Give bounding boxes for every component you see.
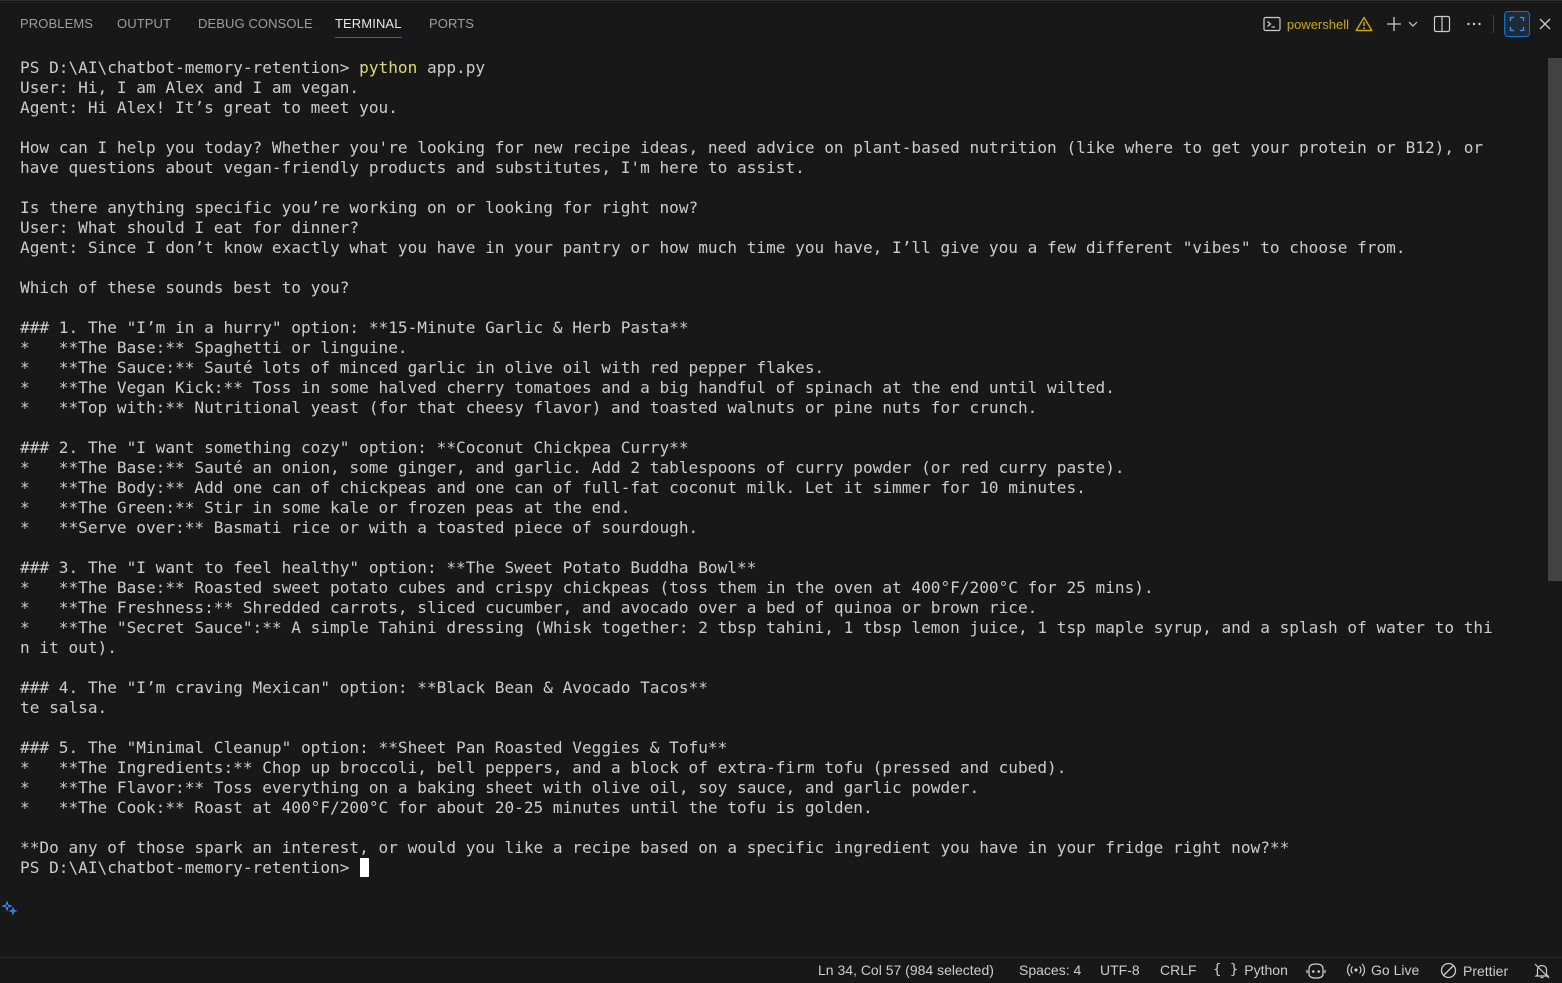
terminal-line: * **The "Secret Sauce":** A simple Tahin… <box>20 618 1493 637</box>
terminal-line: Agent: Hi Alex! It’s great to meet you. <box>20 98 398 117</box>
terminal-line: * **The Cook:** Roast at 400°F/200°C for… <box>20 798 873 817</box>
terminal-line: te salsa. <box>20 698 108 717</box>
terminal-panel: PROBLEMS OUTPUT DEBUG CONSOLE TERMINAL P… <box>0 0 1562 957</box>
terminal-line: **Do any of those spark an interest, or … <box>20 838 1290 857</box>
new-terminal-plus-icon[interactable] <box>1385 11 1403 37</box>
command-argument: app.py <box>417 58 486 77</box>
status-indentation[interactable]: Spaces: 4 <box>1019 962 1081 978</box>
terminal-line: * **The Body:** Add one can of chickpeas… <box>20 478 1086 497</box>
tab-ports[interactable]: PORTS <box>429 16 474 31</box>
terminal-line: ### 2. The "I want something cozy" optio… <box>20 438 689 457</box>
terminal-line: * **The Ingredients:** Chop up broccoli,… <box>20 758 1067 777</box>
split-terminal-icon[interactable] <box>1433 11 1451 37</box>
status-prettier-label: Prettier <box>1463 962 1509 979</box>
warning-icon[interactable] <box>1355 11 1373 37</box>
terminal-line: ### 1. The "I’m in a hurry" option: **15… <box>20 318 689 337</box>
terminal-line: * **The Vegan Kick:** Toss in some halve… <box>20 378 1115 397</box>
prompt-text: PS D:\AI\chatbot-memory-retention> <box>20 858 360 877</box>
terminal-cursor <box>360 858 370 877</box>
terminal-line: ### 4. The "I’m craving Mexican" option:… <box>20 678 708 697</box>
status-language-mode[interactable]: { } Python <box>1213 962 1288 978</box>
tab-debug-console[interactable]: DEBUG CONSOLE <box>198 16 313 31</box>
status-cursor-position[interactable]: Ln 34, Col 57 (984 selected) <box>818 962 994 978</box>
actions-divider <box>1493 15 1494 33</box>
terminal-line: ### 5. The "Minimal Cleanup" option: **S… <box>20 738 728 757</box>
terminal-output[interactable]: PS D:\AI\chatbot-memory-retention> pytho… <box>20 58 1545 888</box>
terminal-line: * **The Flavor:** Toss everything on a b… <box>20 778 980 797</box>
terminal-line: * **The Base:** Spaghetti or linguine. <box>20 338 408 357</box>
braces-icon: { } <box>1213 962 1239 978</box>
terminal-line: * **The Green:** Stir in some kale or fr… <box>20 498 631 517</box>
terminal-line: User: Hi, I am Alex and I am vegan. <box>20 78 360 97</box>
broadcast-icon <box>1347 963 1365 977</box>
prettier-disabled-icon <box>1440 962 1457 979</box>
status-language-label: Python <box>1244 962 1288 978</box>
terminal-line: * **The Base:** Sauté an onion, some gin… <box>20 458 1125 477</box>
status-go-live-label: Go Live <box>1371 962 1420 978</box>
terminal-line: * **Serve over:** Basmati rice or with a… <box>20 518 699 537</box>
chevron-down-icon[interactable] <box>1407 11 1419 37</box>
notifications-bell-icon[interactable] <box>1533 962 1551 980</box>
terminal-name-label[interactable]: powershell <box>1287 11 1349 37</box>
tab-problems[interactable]: PROBLEMS <box>20 16 93 31</box>
status-encoding-label: UTF-8 <box>1100 962 1140 978</box>
terminal-line: n it out). <box>20 638 117 657</box>
terminal-line: User: What should I eat for dinner? <box>20 218 360 237</box>
terminal-line: Agent: Since I don’t know exactly what y… <box>20 238 1406 257</box>
more-actions-icon[interactable] <box>1465 11 1483 37</box>
terminal-prompt-line: PS D:\AI\chatbot-memory-retention> pytho… <box>20 58 1545 78</box>
terminal-line: How can I help you today? Whether you're… <box>20 138 1484 157</box>
status-prettier[interactable]: Prettier <box>1440 962 1508 979</box>
terminal-shell-icon[interactable] <box>1263 11 1281 37</box>
close-panel-icon[interactable] <box>1538 11 1552 37</box>
terminal-line: * **The Freshness:** Shredded carrots, s… <box>20 598 1038 617</box>
terminal-scrollbar[interactable] <box>1548 58 1562 581</box>
status-indentation-label: Spaces: 4 <box>1019 962 1082 978</box>
terminal-line: * **The Sauce:** Sauté lots of minced ga… <box>20 358 825 377</box>
status-bar: Ln 34, Col 57 (984 selected) Spaces: 4 U… <box>0 957 1562 983</box>
terminal-line: ### 3. The "I want to feel healthy" opti… <box>20 558 757 577</box>
status-line-ending-label: CRLF <box>1160 962 1197 978</box>
sparkle-icon[interactable] <box>1 900 18 920</box>
terminal-prompt-line: PS D:\AI\chatbot-memory-retention> <box>20 858 1545 878</box>
command-name: python <box>359 58 418 77</box>
panel-tab-bar: PROBLEMS OUTPUT DEBUG CONSOLE TERMINAL P… <box>0 1 1562 47</box>
terminal-line: * **The Base:** Roasted sweet potato cub… <box>20 578 1154 597</box>
copilot-icon[interactable] <box>1306 962 1326 980</box>
terminal-line: Which of these sounds best to you? <box>20 278 350 297</box>
prompt-text: PS D:\AI\chatbot-memory-retention> <box>20 58 360 77</box>
terminal-line: have questions about vegan-friendly prod… <box>20 158 805 177</box>
maximize-panel-icon[interactable] <box>1504 11 1530 37</box>
tab-output[interactable]: OUTPUT <box>117 16 171 31</box>
status-go-live[interactable]: Go Live <box>1347 962 1419 978</box>
status-encoding[interactable]: UTF-8 <box>1100 962 1140 978</box>
terminal-line: * **Top with:** Nutritional yeast (for t… <box>20 398 1038 417</box>
panel-actions: powershell <box>1263 11 1552 37</box>
terminal-line: Is there anything specific you’re workin… <box>20 198 699 217</box>
status-cursor-position-label: Ln 34, Col 57 (984 selected) <box>818 962 994 978</box>
status-line-ending[interactable]: CRLF <box>1160 962 1197 978</box>
tab-terminal[interactable]: TERMINAL <box>335 16 402 38</box>
